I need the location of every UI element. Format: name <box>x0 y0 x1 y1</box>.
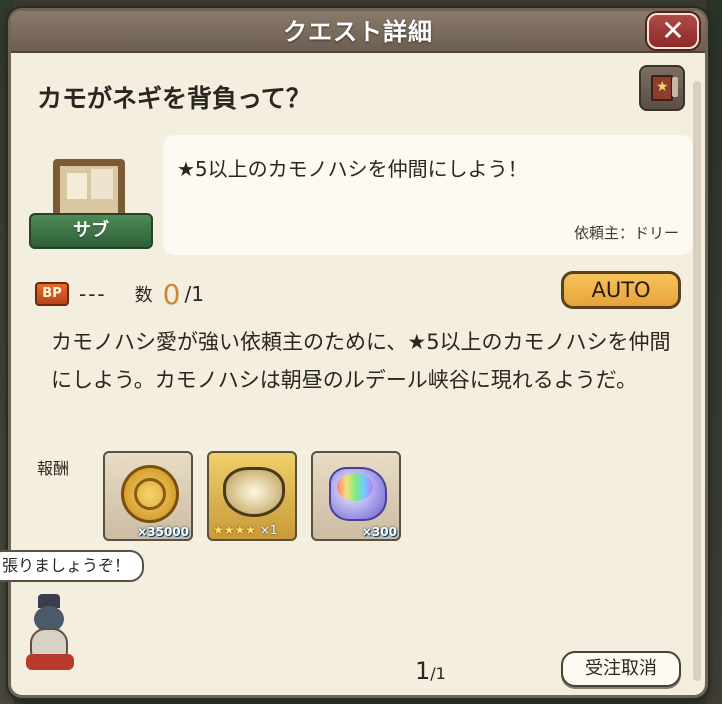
auto-button[interactable]: AUTO <box>561 271 681 309</box>
crystal-icon <box>329 467 387 521</box>
note-icon <box>91 169 113 199</box>
quest-stats-row: BP --- 数 0 /1 <box>35 277 204 311</box>
background-right <box>706 0 722 704</box>
quest-title: カモがネギを背負って？ <box>37 84 311 113</box>
sub-ribbon: サブ <box>29 213 153 249</box>
quest-summary: ★5以上のカモノハシを仲間にしよう！ <box>177 157 528 181</box>
quest-book-button[interactable]: ★ <box>639 65 685 111</box>
page-indicator: 1/1 <box>415 657 446 685</box>
reward-quantity: ×35000 <box>137 525 189 539</box>
bp-icon: BP <box>35 282 69 306</box>
rarity-stars-label: ★★★★ <box>213 523 257 537</box>
scrollbar[interactable] <box>693 81 701 681</box>
dialog-title: クエスト詳細 <box>11 11 705 53</box>
quest-detail-dialog: クエスト詳細 ✕ カモがネギを背負って？ ★ サブ ★5以上のカモノハシを仲間に… <box>8 8 708 698</box>
rarity-stars: ★★★★ ×1 <box>213 523 278 537</box>
bookmark-tab <box>672 77 678 97</box>
star-icon: ★ <box>656 79 669 95</box>
coin-icon <box>121 465 179 523</box>
page-total: /1 <box>430 664 446 683</box>
quest-client: 依頼主：ドリー <box>573 224 679 242</box>
reward-item-coin[interactable]: ×35000 <box>103 451 193 541</box>
reward-quantity: ×1 <box>259 523 278 537</box>
page-current: 1 <box>415 657 431 685</box>
reward-item-crystal[interactable]: ×300 <box>311 451 401 541</box>
ring-icon <box>223 467 285 517</box>
count-label: 数 <box>134 285 153 306</box>
cancel-order-button[interactable]: 受注取消 <box>561 651 681 687</box>
quest-summary-box: ★5以上のカモノハシを仲間にしよう！ 依頼主：ドリー <box>163 135 693 255</box>
note-icon <box>67 173 87 199</box>
quest-description: カモノハシ愛が強い依頼主のために、★5以上のカモノハシを仲間にしよう。カモノハシ… <box>51 330 671 392</box>
reward-quantity: ×300 <box>361 525 397 539</box>
count-current: 0 <box>162 277 181 311</box>
close-button[interactable]: ✕ <box>647 13 699 49</box>
mascot-character <box>26 594 74 674</box>
sub-quest-badge: サブ <box>25 149 157 261</box>
quest-board-icon <box>53 159 125 221</box>
count-total: /1 <box>184 282 204 306</box>
rewards-label: 報酬 <box>37 459 70 478</box>
bp-value: --- <box>79 282 107 306</box>
reward-item-ring[interactable]: ★★★★ ×1 <box>207 451 297 541</box>
mascot-speech-bubble: 張りましょうぞ！ <box>0 550 145 582</box>
